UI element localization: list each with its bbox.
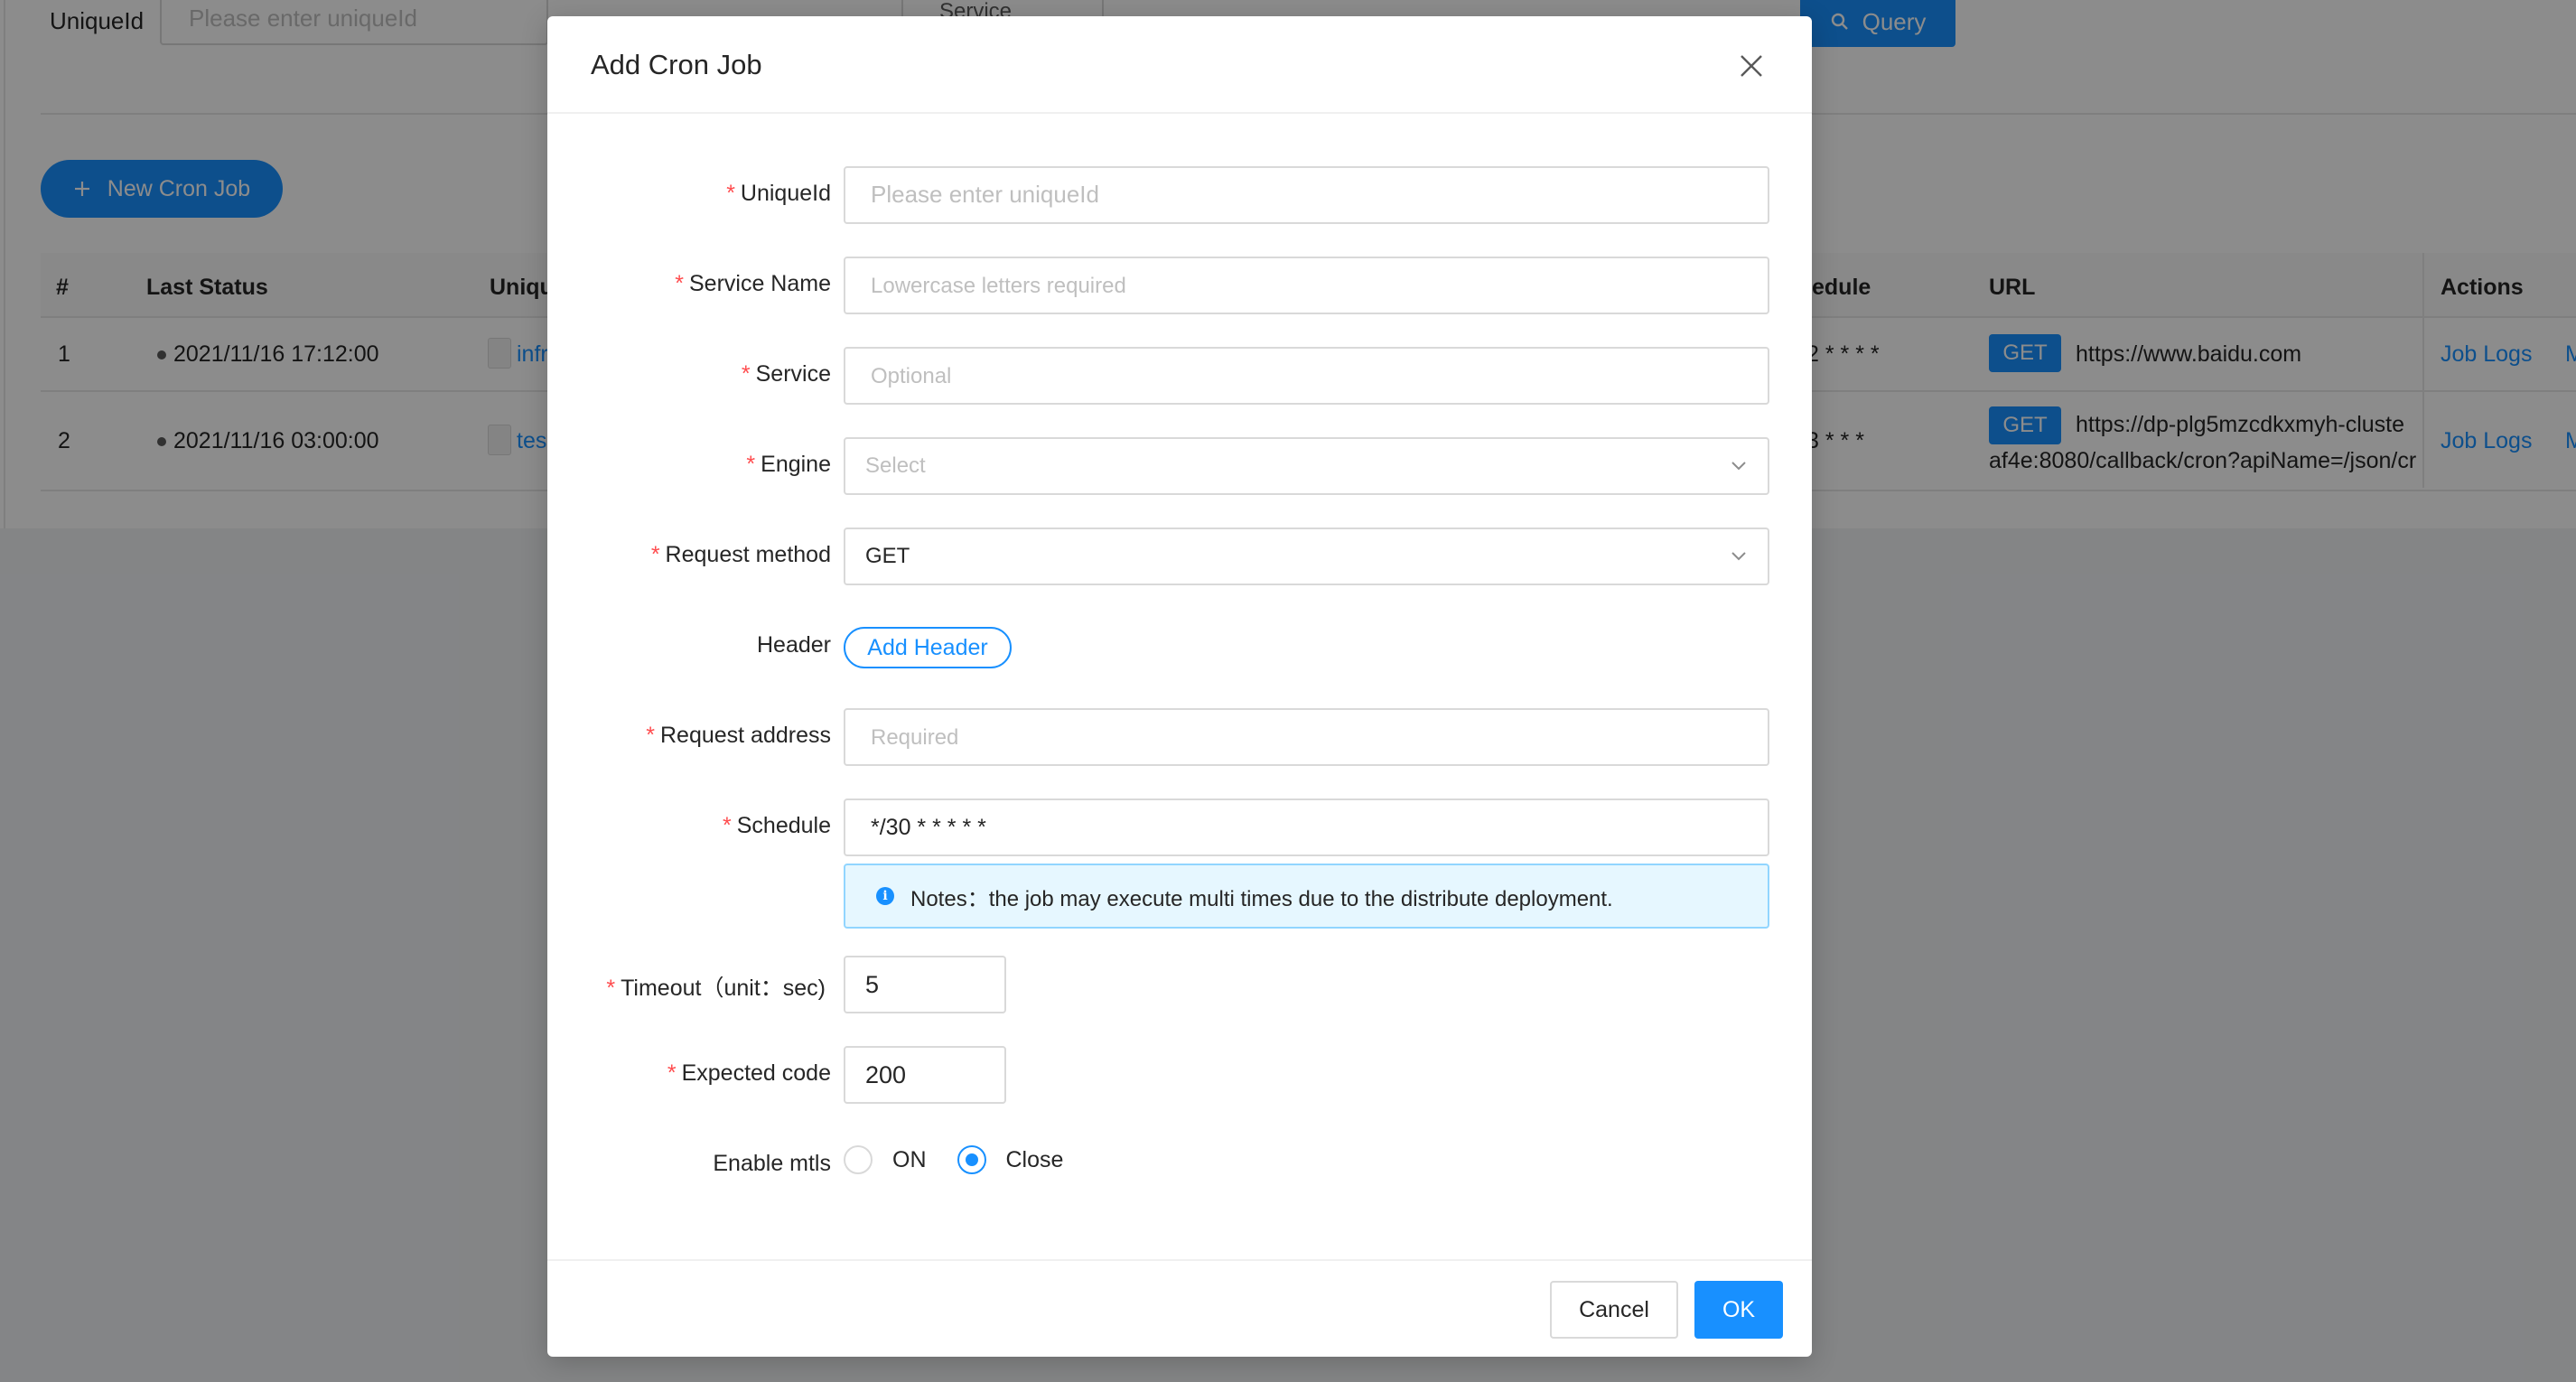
request-method-value: GET bbox=[865, 544, 910, 568]
ok-button[interactable]: OK bbox=[1694, 1281, 1783, 1339]
cancel-button[interactable]: Cancel bbox=[1550, 1281, 1678, 1339]
required-mark: * bbox=[675, 271, 684, 296]
mtls-on-label[interactable]: ON bbox=[892, 1147, 927, 1173]
add-cron-job-modal: Add Cron Job *UniqueId *Service Name *Se… bbox=[547, 16, 1812, 1357]
uniqueid-label: * UniqueId bbox=[726, 181, 831, 207]
form-row-timeout: * Timeout（unit：sec) bbox=[547, 956, 1812, 1013]
required-mark: * bbox=[746, 452, 756, 477]
service-name-label: * Service Name bbox=[675, 271, 831, 297]
request-method-label-text: Request method bbox=[665, 542, 831, 567]
add-header-button[interactable]: Add Header bbox=[844, 627, 1012, 668]
required-mark: * bbox=[650, 542, 660, 567]
required-mark: * bbox=[726, 181, 735, 206]
timeout-label: * Timeout（unit：sec) bbox=[606, 970, 826, 1003]
info-icon: i bbox=[876, 887, 894, 905]
service-name-input[interactable] bbox=[844, 257, 1769, 314]
close-icon[interactable] bbox=[1736, 51, 1767, 81]
engine-select[interactable]: Select bbox=[844, 437, 1769, 495]
expected-code-label-text: Expected code bbox=[681, 1060, 831, 1086]
timeout-label-text: Timeout（unit：sec) bbox=[621, 976, 826, 1001]
chevron-down-icon bbox=[1731, 552, 1746, 561]
schedule-label-text: Schedule bbox=[736, 813, 831, 838]
form-row-service-name: * Service Name bbox=[547, 257, 1812, 314]
request-method-select[interactable]: GET bbox=[844, 528, 1769, 585]
service-name-label-text: Service Name bbox=[689, 271, 831, 296]
form-row-schedule: * Schedule bbox=[547, 798, 1812, 856]
form-row-engine: * Engine Select bbox=[547, 437, 1812, 495]
form-row-request-address: * Request address bbox=[547, 708, 1812, 766]
request-address-label: * Request address bbox=[646, 723, 831, 749]
chevron-down-icon bbox=[1731, 462, 1746, 471]
enable-mtls-label: Enable mtls bbox=[713, 1151, 831, 1176]
modal-title: Add Cron Job bbox=[591, 49, 762, 80]
mtls-close-radio[interactable] bbox=[957, 1145, 986, 1174]
required-mark: * bbox=[667, 1060, 677, 1086]
schedule-input[interactable] bbox=[844, 798, 1769, 856]
required-mark: * bbox=[723, 813, 732, 838]
header-label: Header bbox=[757, 632, 831, 658]
enable-mtls-radio-group: ON Close bbox=[844, 1145, 1094, 1174]
request-address-label-text: Request address bbox=[659, 723, 831, 748]
request-address-input[interactable] bbox=[844, 708, 1769, 766]
schedule-label: * Schedule bbox=[723, 813, 831, 839]
required-mark: * bbox=[741, 361, 751, 387]
expected-code-input[interactable] bbox=[844, 1046, 1006, 1104]
form-row-request-method: * Request method GET bbox=[547, 528, 1812, 585]
form-row-expected-code: * Expected code bbox=[547, 1046, 1812, 1104]
modal-header: Add Cron Job bbox=[547, 16, 1812, 114]
schedule-notice: i Notes：the job may execute multi times … bbox=[844, 864, 1769, 929]
engine-select-placeholder: Select bbox=[865, 453, 926, 478]
form-row-header: Header Add Header bbox=[547, 618, 1812, 676]
mtls-on-radio[interactable] bbox=[844, 1145, 873, 1174]
modal-footer: Cancel OK bbox=[547, 1259, 1812, 1357]
form-row-enable-mtls: Enable mtls ON Close bbox=[547, 1136, 1812, 1194]
expected-code-label: * Expected code bbox=[667, 1060, 831, 1087]
engine-label-text: Engine bbox=[761, 452, 831, 477]
service-label-text: Service bbox=[755, 361, 831, 387]
mtls-close-label[interactable]: Close bbox=[1006, 1147, 1064, 1173]
uniqueid-input[interactable] bbox=[844, 166, 1769, 224]
uniqueid-label-text: UniqueId bbox=[740, 181, 831, 206]
engine-label: * Engine bbox=[746, 452, 831, 478]
schedule-notice-text: Notes：the job may execute multi times du… bbox=[910, 886, 1613, 911]
form-row-uniqueid: * UniqueId bbox=[547, 166, 1812, 224]
service-input[interactable] bbox=[844, 347, 1769, 405]
request-method-label: * Request method bbox=[651, 542, 831, 568]
required-mark: * bbox=[646, 723, 655, 748]
service-label: * Service bbox=[742, 361, 831, 388]
form-row-service: * Service bbox=[547, 347, 1812, 405]
timeout-input[interactable] bbox=[844, 956, 1006, 1013]
required-mark: * bbox=[606, 976, 616, 1001]
